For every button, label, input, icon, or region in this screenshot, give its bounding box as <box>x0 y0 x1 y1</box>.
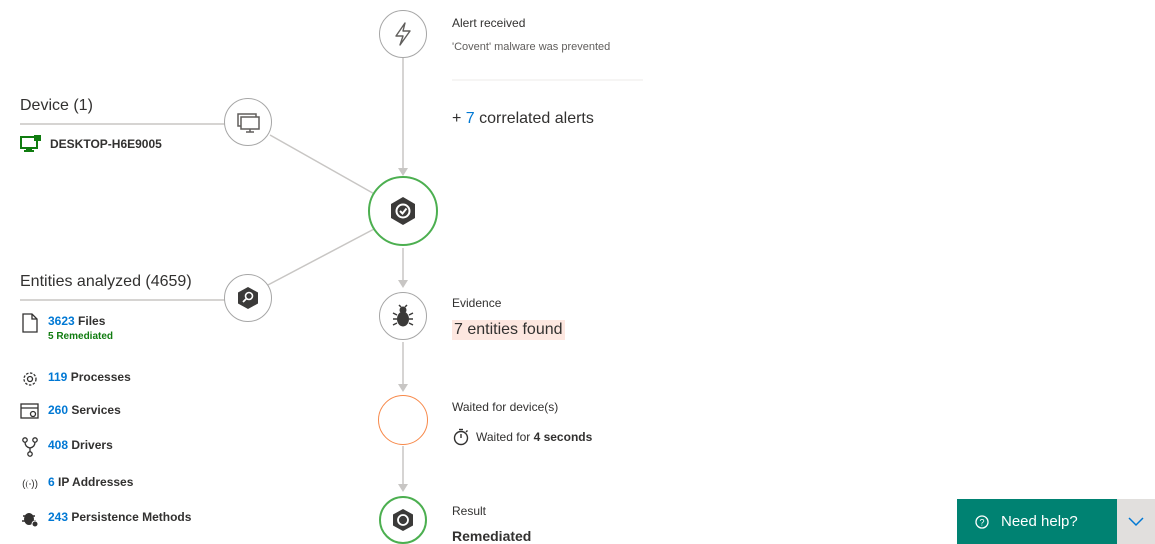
waiting-node[interactable] <box>378 395 428 445</box>
correlated-alerts[interactable]: + 7 correlated alerts <box>452 110 594 128</box>
waited-title: Waited for device(s) <box>452 400 559 414</box>
drivers-label: Drivers <box>71 438 113 452</box>
services-label: Services <box>71 403 121 417</box>
alert-node[interactable] <box>379 10 427 58</box>
investigation-graph-connectors <box>20 58 643 492</box>
entities-analysis-icon <box>238 287 258 309</box>
entity-row-services[interactable]: 260 Services <box>20 403 121 421</box>
chevron-down-icon <box>1128 516 1144 526</box>
persistence-label: Persistence Methods <box>71 510 192 524</box>
driver-icon <box>20 437 40 457</box>
result-node[interactable] <box>379 496 427 544</box>
entities-node[interactable] <box>224 274 272 322</box>
correlated-count[interactable]: 7 <box>466 110 475 127</box>
result-value: Remediated <box>452 528 532 544</box>
svg-text:?: ? <box>979 517 984 527</box>
evidence-node[interactable] <box>379 292 427 340</box>
result-title: Result <box>452 504 487 518</box>
entity-row-persistence-methods[interactable]: 243 Persistence Methods <box>20 510 191 528</box>
desktop-icon <box>20 135 42 153</box>
entity-row-drivers[interactable]: 408 Drivers <box>20 437 113 457</box>
monitor-icon <box>237 113 260 133</box>
device-name: DESKTOP-H6E9005 <box>50 137 162 151</box>
entity-row-files[interactable]: 3623 Files 5 Remediated <box>20 313 114 342</box>
ip-address-icon: ((ං)) <box>22 478 38 490</box>
entity-row-processes[interactable]: 119 Processes <box>20 370 131 388</box>
ip-addresses-count: 6 <box>48 475 55 489</box>
processes-label: Processes <box>70 370 131 384</box>
waited-duration-row: Waited for 4 seconds <box>452 428 592 446</box>
services-count: 260 <box>48 403 69 417</box>
device-section-title: Device (1) <box>20 97 93 114</box>
correlated-suffix: correlated alerts <box>474 110 594 127</box>
ip-addresses-label: IP Addresses <box>58 475 134 489</box>
entity-row-ip-addresses[interactable]: ((ං)) 6 IP Addresses <box>20 475 133 493</box>
need-help-label: Need help? <box>1001 513 1078 530</box>
alert-received-subtitle: 'Covent' malware was prevented <box>452 41 611 53</box>
drivers-count: 408 <box>48 438 69 452</box>
file-icon <box>20 313 40 333</box>
help-collapse-button[interactable] <box>1117 499 1155 544</box>
gear-icon <box>20 370 40 388</box>
help-circle-icon: ? <box>975 514 989 529</box>
evidence-value[interactable]: 7 entities found <box>452 320 565 340</box>
stopwatch-icon <box>452 428 470 446</box>
files-remediated: 5 Remediated <box>48 331 114 342</box>
waited-duration: 4 seconds <box>533 430 593 444</box>
alert-received-title: Alert received <box>452 16 526 30</box>
need-help-button[interactable]: ? Need help? <box>957 499 1117 544</box>
lightning-icon <box>395 22 411 46</box>
persistence-count: 243 <box>48 510 69 524</box>
waited-prefix: Waited for <box>476 430 534 444</box>
bug-icon <box>392 304 414 327</box>
device-node[interactable] <box>224 98 272 146</box>
result-shield-icon <box>393 509 413 531</box>
investigation-status-node[interactable] <box>368 176 438 246</box>
correlated-prefix: + <box>452 110 466 127</box>
device-item[interactable]: DESKTOP-H6E9005 <box>20 135 162 153</box>
files-label: Files <box>78 314 106 328</box>
persistence-icon <box>20 510 40 528</box>
evidence-title: Evidence <box>452 296 502 310</box>
service-icon <box>20 403 40 421</box>
remediated-shield-icon <box>391 197 415 225</box>
entities-section-title: Entities analyzed (4659) <box>20 273 192 290</box>
processes-count: 119 <box>48 370 68 384</box>
files-count: 3623 <box>48 314 75 328</box>
